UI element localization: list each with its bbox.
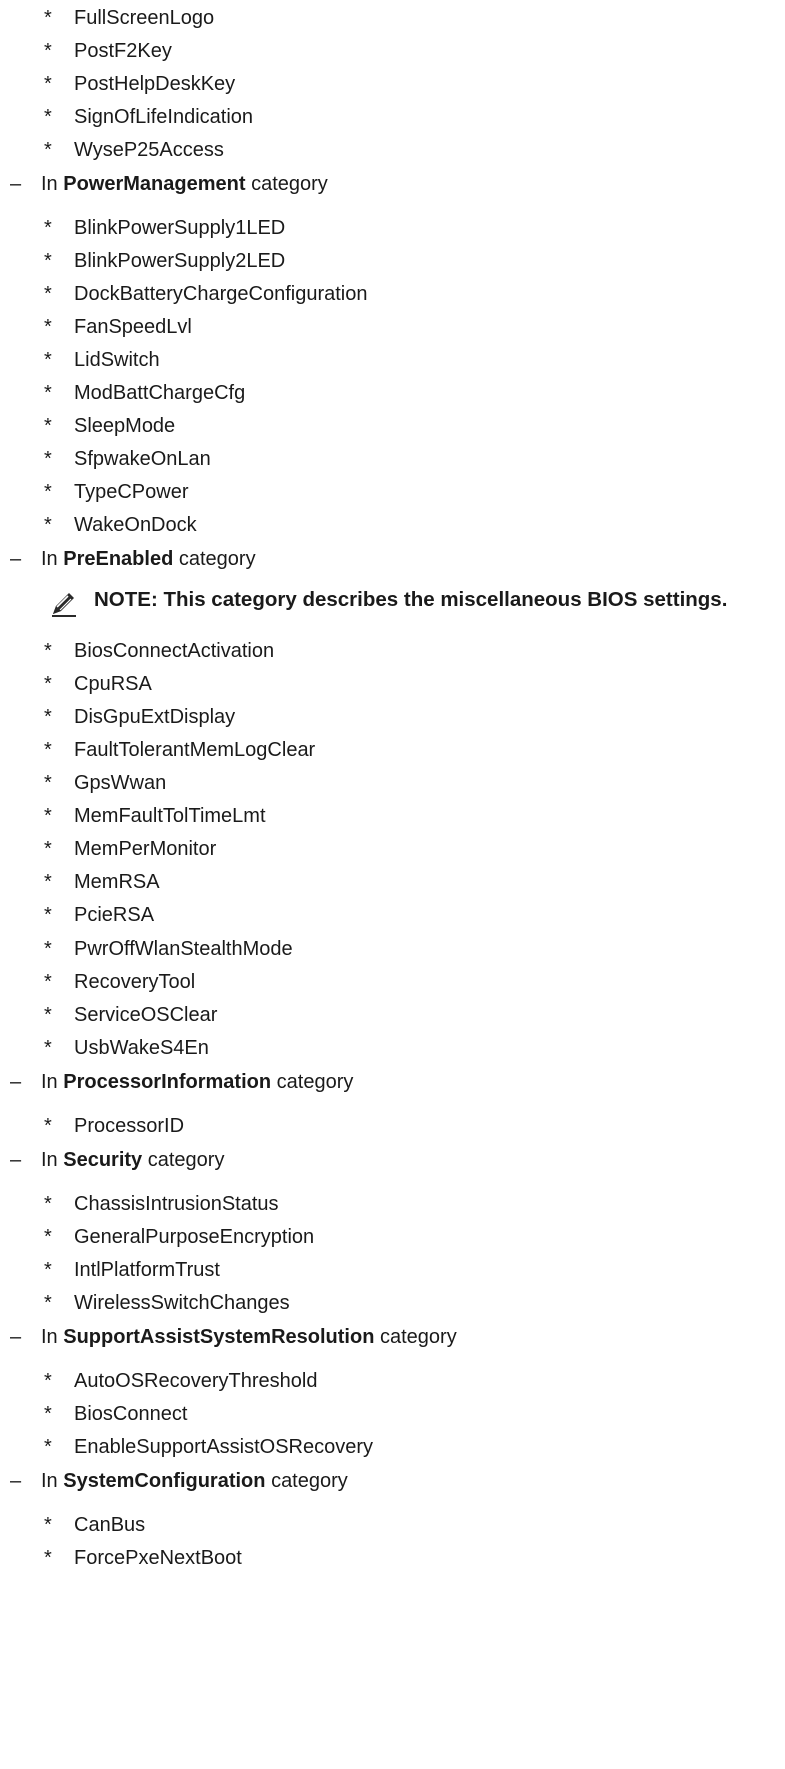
category-name: ProcessorInformation <box>63 1071 272 1093</box>
category-name: PreEnabled <box>63 548 174 570</box>
pencil-note-icon <box>52 593 76 617</box>
category-name: SupportAssistSystemResolution <box>63 1326 375 1348</box>
category-name: SystemConfiguration <box>63 1470 266 1492</box>
category-name: PowerManagement <box>63 173 246 195</box>
note-text: NOTE: This category describes the miscel… <box>94 588 728 611</box>
document-page: * FullScreenLogo * PostF2Key * PostHelpDesk… <box>10 7 728 1569</box>
category-name: Security <box>63 1149 143 1171</box>
